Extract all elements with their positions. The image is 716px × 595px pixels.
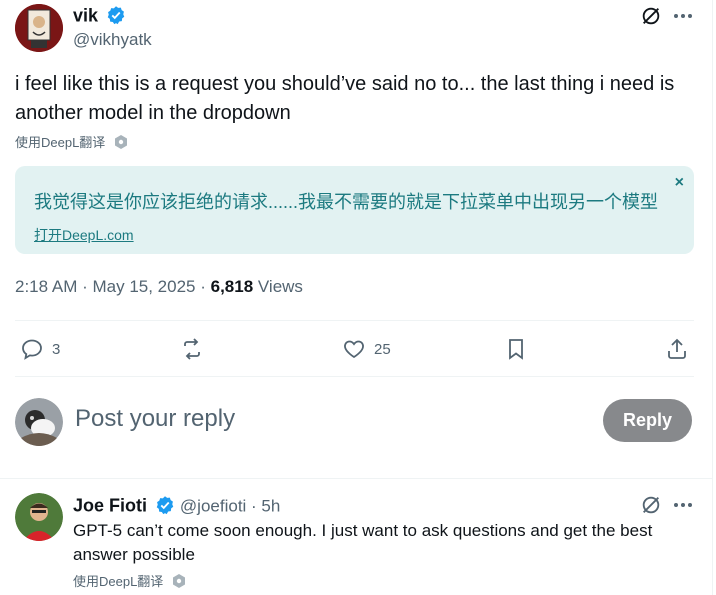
translate-with-deepl-link[interactable]: 使用DeepL翻译 bbox=[15, 132, 129, 153]
deepl-icon bbox=[113, 134, 129, 153]
post-timestamp[interactable]: 2:18 AM · May 15, 2025 · bbox=[15, 277, 211, 296]
share-action-button[interactable] bbox=[665, 337, 689, 361]
reply-action-button[interactable]: 3 bbox=[20, 337, 60, 361]
post-meta: 2:18 AM · May 15, 2025 · 6,818 Views bbox=[15, 277, 303, 297]
verified-badge-icon bbox=[155, 495, 175, 520]
more-options-icon[interactable] bbox=[672, 495, 694, 520]
share-icon bbox=[668, 338, 686, 359]
author-name[interactable]: vik bbox=[73, 6, 98, 26]
reply-author-name[interactable]: Joe Fioti bbox=[73, 496, 147, 516]
translation-text: 我觉得这是你应该拒绝的请求......我最不需要的就是下拉菜单中出现另一个模型 bbox=[34, 192, 659, 212]
current-user-avatar[interactable] bbox=[15, 398, 63, 446]
bookmark-icon bbox=[509, 339, 523, 360]
heart-icon bbox=[344, 340, 364, 359]
reply-header: Joe Fioti @joefioti · 5h bbox=[73, 495, 280, 520]
grok-icon[interactable] bbox=[640, 494, 662, 521]
close-translation-icon[interactable]: × bbox=[675, 174, 684, 192]
bookmark-action-button[interactable] bbox=[504, 337, 528, 361]
translation-box: 我觉得这是你应该拒绝的请求......我最不需要的就是下拉菜单中出现另一个模型 … bbox=[15, 166, 694, 254]
author-avatar[interactable] bbox=[15, 4, 63, 52]
reply-text: GPT-5 can’t come soon enough. I just wan… bbox=[73, 521, 653, 564]
open-deepl-link[interactable]: 打开DeepL.com bbox=[34, 225, 134, 245]
translate-with-deepl-link[interactable]: 使用DeepL翻译 bbox=[73, 571, 187, 592]
reply-button[interactable]: Reply bbox=[603, 399, 692, 442]
reply-icon bbox=[22, 339, 42, 360]
reply-count: 3 bbox=[52, 340, 61, 358]
grok-icon[interactable] bbox=[640, 5, 662, 32]
views-label: Views bbox=[253, 277, 303, 296]
translate-label: 使用DeepL翻译 bbox=[15, 135, 106, 150]
repost-action-button[interactable] bbox=[180, 337, 204, 361]
divider bbox=[0, 478, 712, 479]
views-count: 6,818 bbox=[210, 277, 254, 296]
more-options-icon[interactable] bbox=[672, 6, 694, 31]
reply-author-avatar[interactable] bbox=[15, 493, 63, 541]
divider bbox=[15, 376, 694, 377]
repost-icon bbox=[184, 338, 200, 360]
translate-label: 使用DeepL翻译 bbox=[73, 574, 164, 589]
reply-author-handle[interactable]: @joefioti bbox=[180, 497, 246, 516]
timeline-border bbox=[712, 0, 713, 595]
verified-badge-icon bbox=[106, 5, 126, 30]
like-count: 25 bbox=[374, 340, 391, 358]
author-handle[interactable]: @vikhyatk bbox=[73, 30, 152, 50]
reply-timestamp[interactable]: · 5h bbox=[246, 497, 280, 516]
deepl-icon bbox=[171, 573, 187, 592]
post-text: i feel like this is a request you should… bbox=[15, 73, 675, 124]
like-action-button[interactable]: 25 bbox=[342, 337, 391, 361]
author-name-row: vik bbox=[73, 5, 126, 30]
reply-input[interactable]: Post your reply bbox=[75, 405, 235, 433]
divider bbox=[15, 320, 694, 321]
